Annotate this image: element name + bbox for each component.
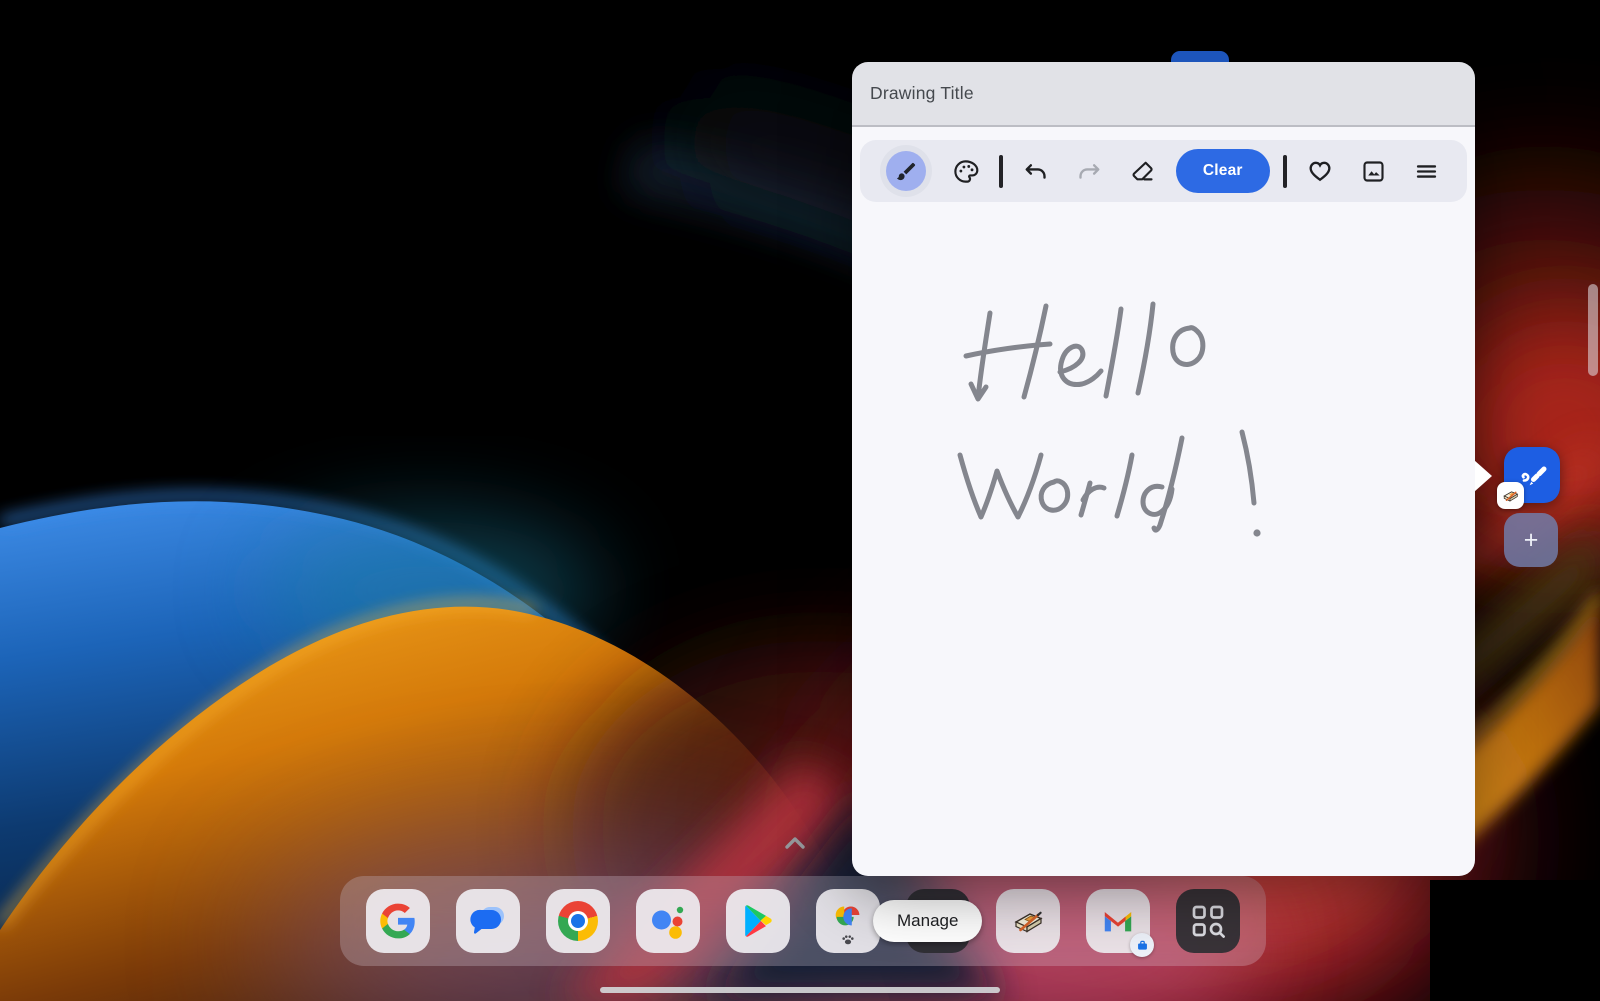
play-store-icon <box>739 902 777 940</box>
toolbar-divider <box>999 155 1003 188</box>
add-bubble-button[interactable]: + <box>1504 513 1558 567</box>
favorite-button[interactable] <box>1300 149 1340 193</box>
gmail-icon <box>1098 904 1138 938</box>
drawing-app-window: Drawing Title <box>852 62 1475 878</box>
notebook-bubble-button[interactable] <box>1504 447 1560 503</box>
redo-button[interactable] <box>1069 149 1109 193</box>
dock-item-notebook[interactable] <box>996 889 1060 953</box>
undo-icon <box>1022 158 1049 185</box>
dock-item-app-search[interactable] <box>1176 889 1240 953</box>
google-logo-icon <box>379 902 417 940</box>
toolbar-divider <box>1283 155 1287 188</box>
desktop: Manage Drawing Title <box>0 0 1600 1001</box>
dock-expand-chevron[interactable] <box>781 832 809 854</box>
bubble-pointer-arrow <box>1474 460 1492 492</box>
clear-button[interactable]: Clear <box>1176 149 1270 193</box>
menu-button[interactable] <box>1407 149 1447 193</box>
brush-tool-button[interactable] <box>880 145 932 197</box>
palette-icon <box>952 158 979 185</box>
undo-button[interactable] <box>1016 149 1056 193</box>
paw-icon <box>841 934 855 945</box>
insert-image-button[interactable] <box>1354 149 1394 193</box>
edge-scrollbar-thumb[interactable] <box>1588 284 1598 376</box>
dock-item-play-store[interactable] <box>726 889 790 953</box>
dock-item-chrome[interactable] <box>546 889 610 953</box>
dock-item-assistant[interactable] <box>636 889 700 953</box>
app-grid-search-icon <box>1189 902 1227 940</box>
messages-icon <box>468 901 508 941</box>
work-briefcase-icon <box>1130 933 1154 957</box>
brush-icon <box>886 151 926 191</box>
dock-item-messages[interactable] <box>456 889 520 953</box>
window-title: Drawing Title <box>870 83 974 104</box>
window-title-bar[interactable]: Drawing Title <box>852 62 1475 127</box>
dock-item-gmail[interactable] <box>1086 889 1150 953</box>
photos-icon <box>829 897 867 933</box>
dock-item-photos[interactable] <box>816 889 880 953</box>
eraser-button[interactable] <box>1123 149 1163 193</box>
palette-button[interactable] <box>945 149 985 193</box>
taskbar-dock: Manage <box>340 876 1266 966</box>
notebook-badge-icon <box>1497 482 1524 509</box>
menu-icon <box>1413 158 1440 185</box>
redo-icon <box>1076 158 1103 185</box>
chrome-icon <box>558 901 598 941</box>
manage-button[interactable]: Manage <box>873 900 982 942</box>
chevron-up-icon <box>781 832 809 854</box>
plus-icon: + <box>1524 526 1539 555</box>
dock-item-google[interactable] <box>366 889 430 953</box>
drawing-toolbar: Clear <box>860 140 1467 202</box>
notebook-icon <box>1008 901 1048 941</box>
eraser-icon <box>1129 158 1156 185</box>
assistant-icon <box>647 900 689 942</box>
drawing-canvas[interactable]: Clear <box>852 127 1475 876</box>
handwriting-strokes <box>852 127 1475 876</box>
heart-icon <box>1306 157 1334 185</box>
image-icon <box>1360 158 1387 185</box>
home-indicator-bar[interactable] <box>600 987 1000 993</box>
